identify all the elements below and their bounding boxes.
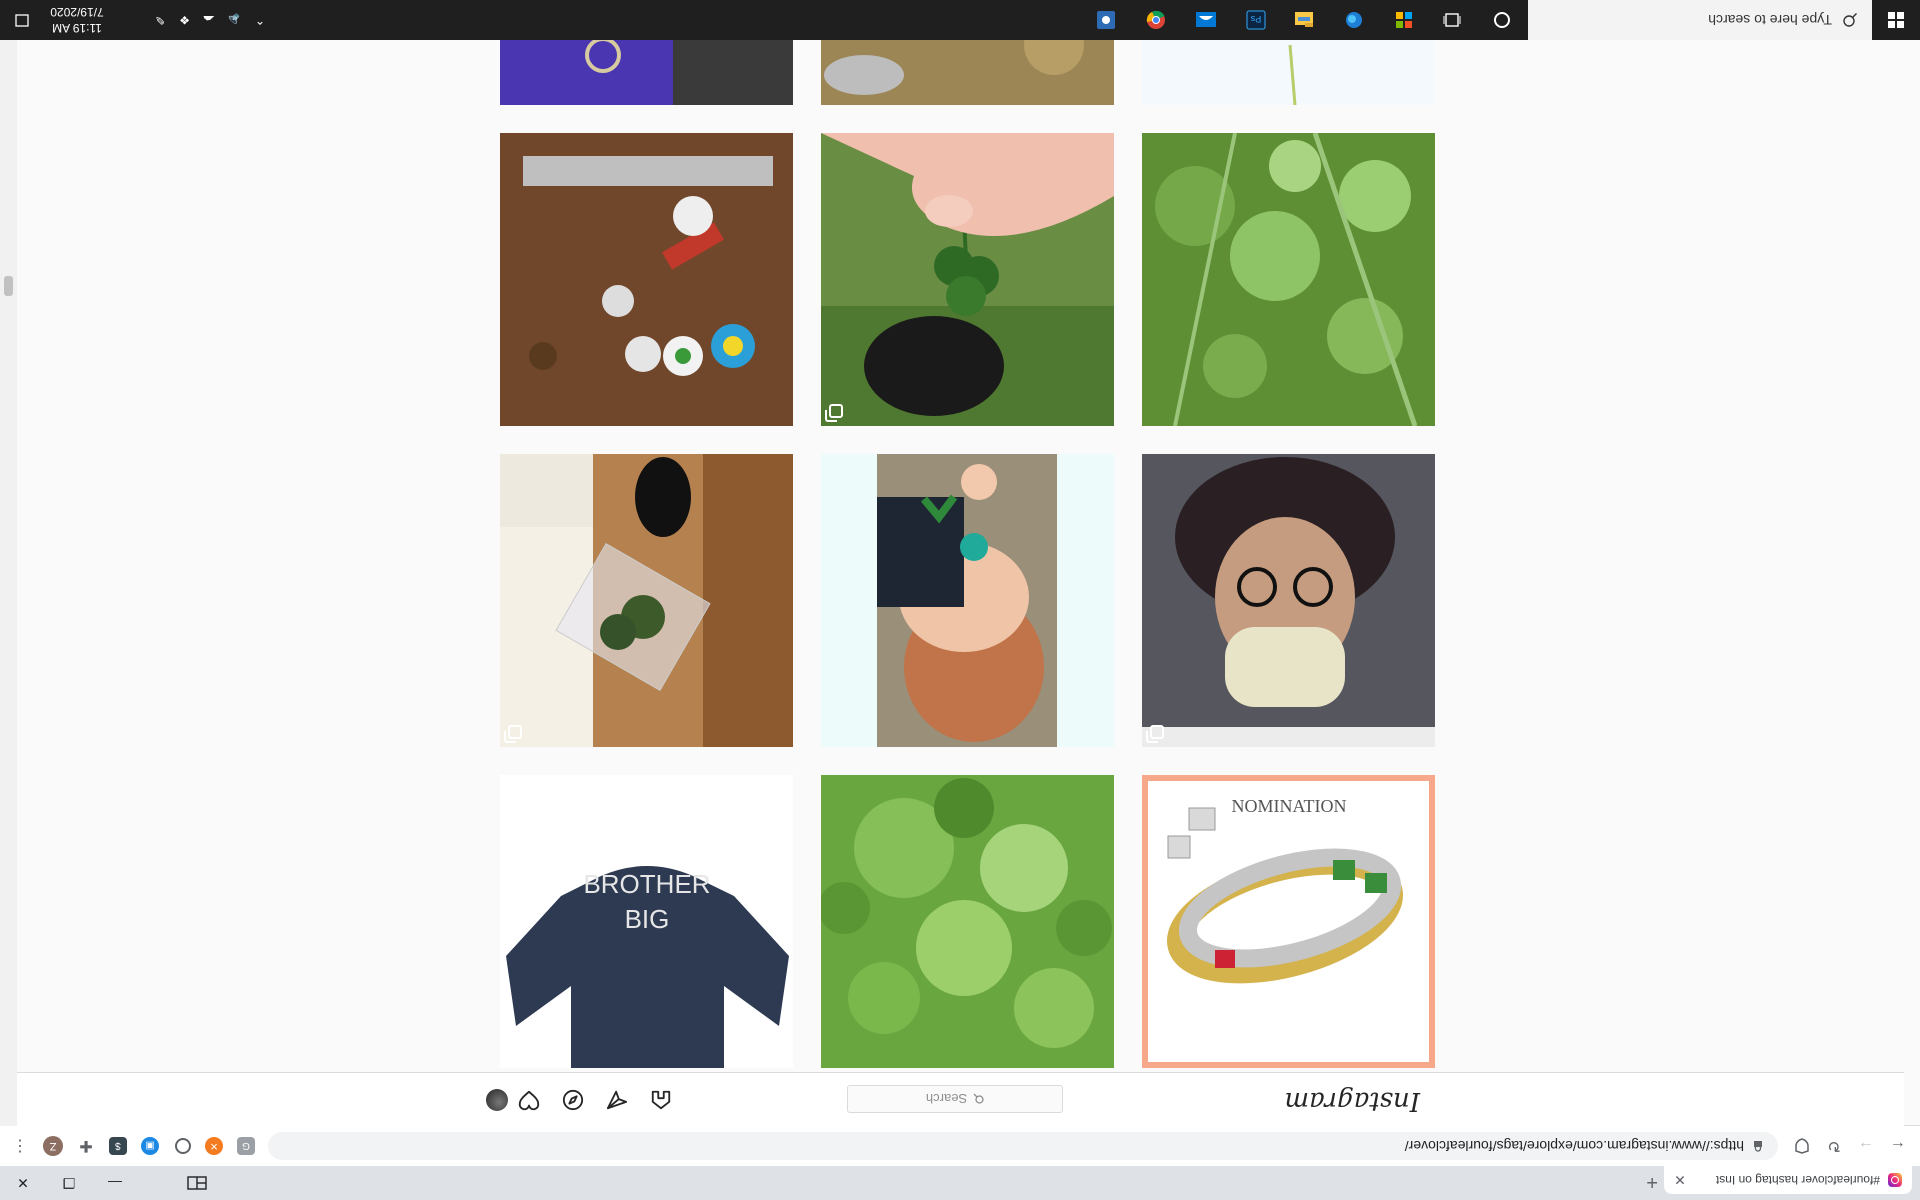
tab-strip: #fourleafclover hashtag on Inst ✕ + — ❐ … (0, 1166, 1920, 1200)
post-tile-bracelet[interactable]: NOMINATION (1142, 775, 1435, 1068)
taskbar-search-input[interactable]: Type here to search (1528, 0, 1872, 40)
tab-title: #fourleafclover hashtag on Inst (1715, 1173, 1880, 1187)
microsoft-store-icon[interactable] (1392, 8, 1416, 32)
multiple-posts-icon (508, 725, 522, 739)
address-bar[interactable]: https://www.instagram.com/explore/tags/f… (268, 1132, 1778, 1160)
extension-blue-icon[interactable]: ▣ (141, 1137, 159, 1155)
menu-dots-icon[interactable]: ⋮ (8, 1134, 32, 1158)
extension-circle-icon[interactable] (175, 1138, 191, 1154)
mail-weather-icon[interactable] (1194, 8, 1218, 32)
multiple-posts-icon (829, 404, 843, 418)
post-tile-hand-clover[interactable] (821, 133, 1114, 426)
post-tile-baby-clover[interactable] (821, 454, 1114, 747)
screen: #fourleafclover hashtag on Inst ✕ + — ❐ … (0, 0, 1920, 1200)
search-placeholder: Search (925, 1091, 968, 1107)
notifications-icon[interactable] (14, 0, 30, 40)
post-tile-clover-patch[interactable] (821, 775, 1114, 1068)
activity-heart-icon[interactable] (517, 1088, 541, 1112)
volume-icon[interactable]: 🔈 (225, 0, 240, 40)
app-settings-icon[interactable] (1094, 8, 1118, 32)
restore-button[interactable]: ❐ (46, 1166, 92, 1200)
new-tab-button[interactable]: + (1646, 1170, 1658, 1193)
scrollbar-thumb[interactable] (4, 276, 13, 296)
vertical-scrollbar[interactable] (0, 0, 17, 1126)
multiple-posts-icon (1150, 725, 1164, 739)
explore-compass-icon[interactable] (561, 1088, 585, 1112)
tab-close-button[interactable]: ✕ (1670, 1172, 1690, 1189)
minimize-button[interactable]: — (92, 1166, 138, 1200)
windows-taskbar: Type here to search Ps ⌃ 🔈 ☁ ❖ ✎ 11:19 A… (0, 0, 1920, 40)
shield-icon[interactable] (1790, 1134, 1814, 1158)
edge-icon[interactable] (1342, 8, 1366, 32)
instagram-favicon-icon (1888, 1173, 1902, 1187)
windows-start-icon[interactable] (1872, 0, 1920, 40)
show-hidden-icons[interactable]: ⌃ (255, 0, 265, 40)
taskbar-search-placeholder: Type here to search (1708, 12, 1832, 28)
svg-text:Ps: Ps (1250, 14, 1261, 24)
dropbox-icon[interactable]: ❖ (179, 0, 190, 40)
search-icon (973, 1094, 984, 1105)
instagram-logo[interactable]: Instagram (1284, 1086, 1420, 1116)
reload-button[interactable]: ↻ (1822, 1134, 1846, 1158)
extension-orange-icon[interactable]: ✕ (205, 1137, 223, 1155)
window-layout-icon[interactable] (174, 1166, 220, 1200)
profile-avatar-icon[interactable] (486, 1089, 508, 1111)
task-view-icon[interactable] (1440, 8, 1464, 32)
extension-g-icon[interactable]: G (237, 1137, 255, 1155)
cortana-icon[interactable] (1490, 8, 1514, 32)
chrome-icon[interactable] (1144, 8, 1168, 32)
search-icon (1843, 13, 1857, 27)
post-tile-clover-pendant[interactable] (500, 454, 793, 747)
browser-toolbar: ← → ↻ https://www.instagram.com/explore/… (0, 1125, 1920, 1166)
extensions-puzzle-icon[interactable]: ✚ (77, 1137, 95, 1155)
url-text: https://www.instagram.com/explore/tags/f… (1404, 1138, 1744, 1154)
extension-dollar-icon[interactable]: $ (109, 1137, 127, 1155)
home-icon[interactable] (649, 1088, 673, 1112)
clock-time: 11:19 AM (52, 21, 102, 35)
forward-button[interactable]: → (1854, 1134, 1878, 1158)
file-explorer-icon[interactable] (1292, 8, 1316, 32)
post-tile-woman-glasses[interactable] (1142, 454, 1435, 747)
photoshop-icon[interactable]: Ps (1244, 8, 1268, 32)
direct-message-icon[interactable] (605, 1088, 629, 1112)
instagram-header: Instagram Search (0, 1072, 1904, 1126)
svg-text:BIG: BIG (625, 904, 670, 934)
browser-tab[interactable]: #fourleafclover hashtag on Inst ✕ (1664, 1166, 1912, 1194)
post-tile-clover-grass[interactable] (1142, 133, 1435, 426)
close-window-button[interactable]: ✕ (0, 1166, 46, 1200)
post-tile-big-brother-shirt[interactable]: BIG BROTHER (500, 775, 793, 1068)
taskbar-clock[interactable]: 11:19 AM 7/19/2020 (42, 4, 112, 36)
clock-date: 7/19/2020 (50, 5, 104, 19)
search-input[interactable]: Search (847, 1085, 1063, 1113)
onedrive-icon[interactable]: ☁ (203, 0, 215, 40)
profile-avatar[interactable]: Z (43, 1136, 63, 1156)
back-button[interactable]: ← (1886, 1134, 1910, 1158)
lock-icon (1754, 1141, 1762, 1152)
svg-text:NOMINATION: NOMINATION (1232, 796, 1347, 816)
pen-icon[interactable]: ✎ (155, 0, 165, 40)
post-tile-charms-table[interactable] (500, 133, 793, 426)
svg-text:BROTHER: BROTHER (583, 869, 710, 899)
